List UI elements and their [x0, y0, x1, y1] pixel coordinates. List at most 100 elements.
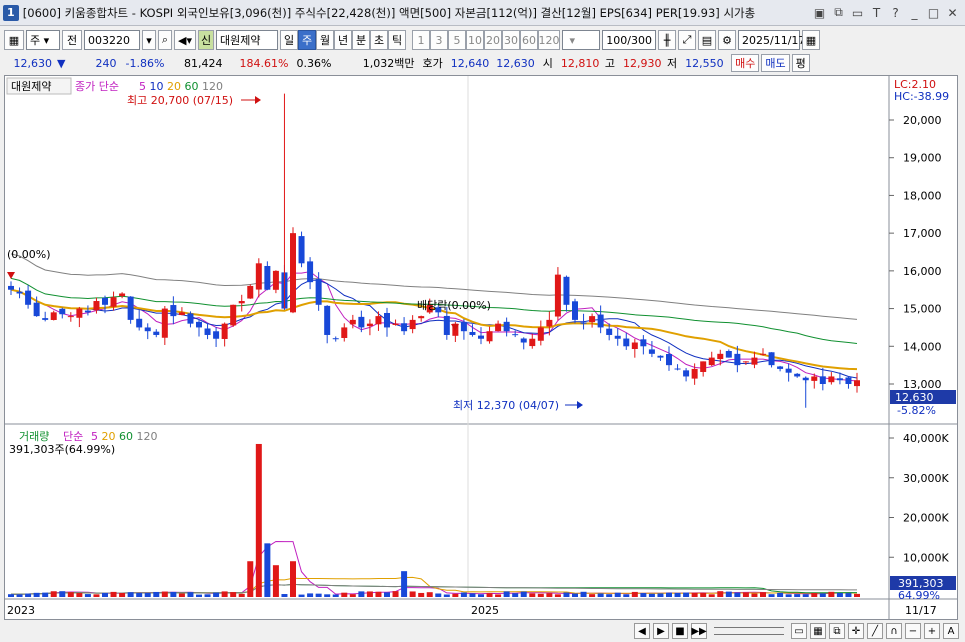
custom-unit-select[interactable]: ▾ — [562, 30, 600, 50]
save-icon[interactable]: ▤ — [698, 30, 716, 50]
market-type-select[interactable]: 주 ▾ — [26, 30, 60, 50]
volume-tick-label: 30,000K — [903, 472, 949, 485]
pin-icon[interactable]: ▭ — [849, 4, 866, 21]
scroll-left-button[interactable]: ◀ — [634, 623, 650, 639]
draw-line-icon[interactable]: ╱ — [867, 623, 883, 639]
candle-body — [811, 376, 818, 381]
sound-icon[interactable]: ◀▾ — [174, 30, 196, 50]
volume-bar — [67, 592, 74, 597]
font-size-a-icon[interactable]: A — [943, 623, 959, 639]
sell-button[interactable]: 매도 — [761, 54, 790, 72]
period-tab[interactable]: 분 — [352, 30, 370, 50]
minute-unit-tab[interactable]: 120 — [538, 30, 560, 50]
candle-body — [674, 368, 681, 370]
volume-bar — [8, 594, 14, 597]
candle-body — [119, 293, 126, 297]
minute-unit-tab[interactable]: 20 — [484, 30, 502, 50]
stock-chart[interactable]: 20,000 19,000 18,000 17,000 16,000 15,000 14,0… — [5, 76, 957, 619]
zoom-slider[interactable] — [714, 627, 784, 635]
settings-icon[interactable]: ⚙ — [718, 30, 736, 50]
close-icon[interactable]: ✕ — [944, 4, 961, 21]
data-count-input[interactable]: 100/300 — [602, 30, 656, 50]
screen-capture-icon[interactable]: ▣ — [811, 4, 828, 21]
candle-body — [683, 370, 690, 377]
link-icon[interactable]: ⧉ — [830, 4, 847, 21]
period-tab[interactable]: 틱 — [388, 30, 406, 50]
period-tab[interactable]: 일 — [280, 30, 298, 50]
scroll-right-button[interactable]: ▶ — [653, 623, 669, 639]
price-tick-label: 16,000 — [903, 265, 942, 278]
font-size-icon[interactable]: T — [868, 4, 885, 21]
period-tab[interactable]: 월 — [316, 30, 334, 50]
zoom-out-icon[interactable]: − — [905, 623, 921, 639]
minimize-icon[interactable]: _ — [906, 4, 923, 21]
calendar-icon[interactable]: ▦ — [802, 30, 820, 50]
minute-unit-tab[interactable]: 60 — [520, 30, 538, 50]
candle-body — [589, 316, 596, 323]
period-tab[interactable]: 초 — [370, 30, 388, 50]
help-icon[interactable]: ? — [887, 4, 904, 21]
volume-bar — [127, 592, 134, 597]
candle-body — [478, 335, 484, 339]
split-view-icon[interactable]: ▭ — [791, 623, 807, 639]
minute-unit-tab[interactable]: 3 — [430, 30, 448, 50]
stock-name-field[interactable]: 대원제약 — [216, 30, 278, 50]
candle-body — [42, 318, 49, 320]
tile-view-icon[interactable]: ▦ — [810, 623, 826, 639]
volume-bar — [187, 592, 194, 597]
minute-unit-tab[interactable]: 1 — [412, 30, 430, 50]
volume-bar — [324, 594, 331, 597]
minute-unit-tab[interactable]: 5 — [448, 30, 466, 50]
candle-body — [16, 291, 23, 294]
candle-style-icon[interactable]: ╫ — [658, 30, 676, 50]
maximize-icon[interactable]: □ — [925, 4, 942, 21]
minute-unit-tab[interactable]: 10 — [466, 30, 484, 50]
start-percent-annotation: (0.00%) — [7, 248, 51, 261]
ask-label: 호가 — [422, 57, 443, 70]
open-label: 시 — [542, 57, 553, 70]
volume-bar — [315, 593, 322, 597]
volume-bar — [537, 593, 544, 597]
volume-bar — [264, 543, 271, 597]
stop-button[interactable]: ■ — [672, 623, 688, 639]
volume-bar — [384, 592, 390, 597]
magnet-icon[interactable]: ∩ — [886, 623, 902, 639]
chart-area[interactable]: 20,000 19,000 18,000 17,000 16,000 15,000 14,0… — [4, 75, 958, 620]
volume-bar — [554, 594, 561, 597]
chart-type-icon[interactable]: ▦ — [4, 30, 24, 50]
date-input[interactable]: 2025/11/17 — [738, 30, 805, 50]
indicator-icon[interactable]: ⤢ — [678, 30, 696, 50]
period-tab[interactable]: 주 — [298, 30, 316, 50]
crosshair-icon[interactable]: ✛ — [848, 623, 864, 639]
open-price: 12,810 — [560, 56, 600, 70]
volume-bar — [349, 594, 356, 597]
volume-bar — [435, 593, 442, 597]
candle-body — [503, 321, 510, 332]
eval-button[interactable]: 평 — [791, 54, 810, 72]
prev-button[interactable]: 전 — [62, 30, 82, 50]
volume-bar — [768, 594, 775, 597]
legend-ma-period: 5 — [139, 80, 150, 93]
zoom-in-icon[interactable]: + — [924, 623, 940, 639]
minute-unit-tab[interactable]: 30 — [502, 30, 520, 50]
candle-body — [708, 357, 715, 366]
volume-bar — [666, 592, 672, 597]
low-price: 12,550 — [685, 56, 724, 70]
code-dropdown-icon[interactable]: ▾ — [142, 30, 156, 50]
volume-bar — [110, 591, 117, 597]
legend-ma-label: 종가 단순 — [75, 80, 119, 93]
volume-bar — [606, 594, 613, 597]
stock-code-input[interactable]: 003220 — [84, 30, 140, 50]
volume-bar — [623, 594, 630, 597]
period-tab[interactable]: 년 — [334, 30, 352, 50]
candle-body — [315, 278, 322, 305]
buy-button[interactable]: 매수 — [731, 54, 760, 72]
chart-layout-icon[interactable]: ⧉ — [829, 623, 845, 639]
volume-bar — [366, 591, 373, 597]
fast-forward-button[interactable]: ▶▶ — [691, 623, 707, 639]
candle-body — [409, 319, 416, 330]
search-icon[interactable]: ⌕ — [158, 30, 172, 50]
candle-body — [76, 308, 83, 318]
volume-bar — [392, 591, 399, 597]
volume-bar — [503, 591, 510, 597]
